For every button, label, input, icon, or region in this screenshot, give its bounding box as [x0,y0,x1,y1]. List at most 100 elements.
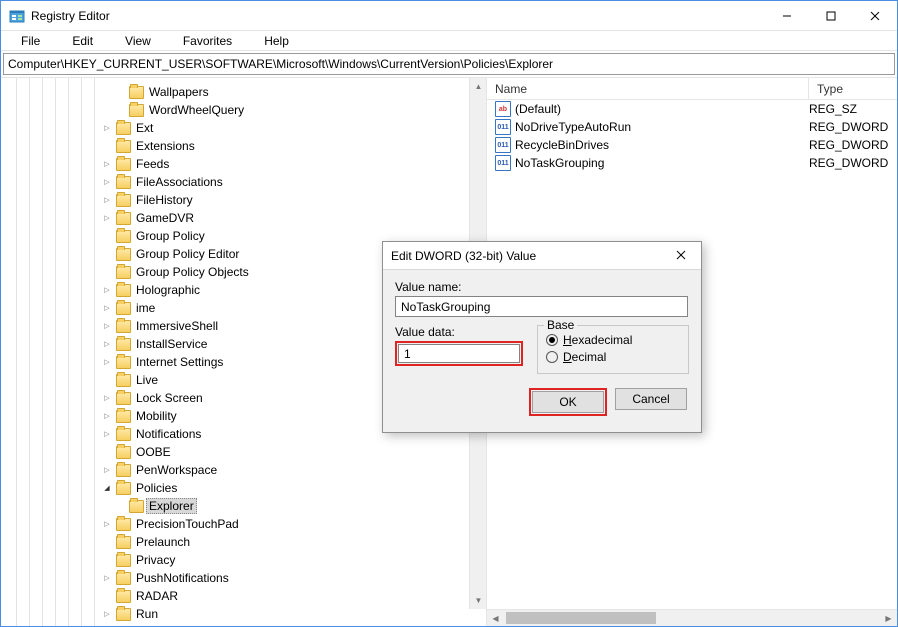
scroll-down-icon[interactable]: ▼ [470,592,487,609]
tree-item-label: RADAR [133,589,181,603]
folder-icon [116,518,131,531]
maximize-button[interactable] [809,1,853,31]
cancel-button[interactable]: Cancel [615,388,687,410]
menu-favorites[interactable]: Favorites [167,32,248,50]
minimize-button[interactable] [765,1,809,31]
menu-help[interactable]: Help [248,32,305,50]
tree-item-label: Live [133,373,161,387]
expand-icon[interactable] [101,322,113,330]
folder-icon [116,608,131,621]
tree-item[interactable]: WordWheelQuery [1,101,486,119]
tree-item[interactable]: OOBE [1,443,486,461]
list-row[interactable]: ab(Default)REG_SZ [487,100,897,118]
value-name-field: NoTaskGrouping [395,296,688,317]
expand-icon[interactable] [101,178,113,186]
radio-decimal[interactable]: Decimal [546,350,680,364]
tree-item-label: Privacy [133,553,178,567]
tree-item[interactable]: Policies [1,479,486,497]
tree-item[interactable]: Ext [1,119,486,137]
folder-icon [129,500,144,513]
radio-hexadecimal[interactable]: Hexadecimal [546,333,680,347]
reg-dword-icon: 011 [495,119,511,135]
expand-icon[interactable] [101,484,113,492]
expand-icon[interactable] [101,286,113,294]
tree-item[interactable]: Privacy [1,551,486,569]
tree-item[interactable]: PrecisionTouchPad [1,515,486,533]
tree-item[interactable]: Extensions [1,137,486,155]
value-name-label: Value name: [395,280,689,294]
menu-file[interactable]: File [5,32,56,50]
window-title: Registry Editor [31,9,765,23]
tree-item-label: PushNotifications [133,571,232,585]
list-scrollbar-horizontal[interactable]: ◀ ▶ [487,609,897,626]
tree-item[interactable]: Wallpapers [1,83,486,101]
close-button[interactable] [853,1,897,31]
folder-icon [116,590,131,603]
menu-view[interactable]: View [109,32,167,50]
folder-icon [116,374,131,387]
list-row[interactable]: 011NoDriveTypeAutoRunREG_DWORD [487,118,897,136]
expand-icon[interactable] [101,160,113,168]
tree-item-label: Notifications [133,427,204,441]
list-row[interactable]: 011RecycleBinDrivesREG_DWORD [487,136,897,154]
tree-item[interactable]: GameDVR [1,209,486,227]
value-data-input[interactable] [398,344,520,363]
address-path: Computer\HKEY_CURRENT_USER\SOFTWARE\Micr… [8,57,553,71]
reg-dword-icon: 011 [495,155,511,171]
folder-icon [116,140,131,153]
tree-item[interactable]: FileAssociations [1,173,486,191]
tree-item[interactable]: Prelaunch [1,533,486,551]
tree-item-label: WordWheelQuery [146,103,247,117]
menu-edit[interactable]: Edit [56,32,109,50]
column-header-name[interactable]: Name [487,78,809,99]
regedit-icon [9,8,25,24]
expand-icon[interactable] [101,412,113,420]
tree-item-label: Explorer [146,498,197,514]
folder-icon [116,266,131,279]
scroll-right-icon[interactable]: ▶ [880,610,897,626]
list-row[interactable]: 011NoTaskGroupingREG_DWORD [487,154,897,172]
expand-icon[interactable] [101,358,113,366]
tree-item[interactable]: PenWorkspace [1,461,486,479]
tree-item-label: Holographic [133,283,203,297]
value-name: (Default) [515,102,809,116]
expand-icon[interactable] [101,430,113,438]
dialog-close-button[interactable] [669,248,693,263]
value-type: REG_SZ [809,102,857,116]
expand-icon[interactable] [101,466,113,474]
list-header: Name Type [487,78,897,100]
expand-icon[interactable] [101,340,113,348]
folder-icon [129,86,144,99]
tree-item[interactable]: FileHistory [1,191,486,209]
expand-icon[interactable] [101,214,113,222]
tree-item[interactable]: PushNotifications [1,569,486,587]
ok-button[interactable]: OK [532,391,604,413]
folder-icon [116,482,131,495]
base-legend: Base [544,318,577,332]
dialog-titlebar: Edit DWORD (32-bit) Value [383,242,701,270]
expand-icon[interactable] [101,304,113,312]
expand-icon[interactable] [101,394,113,402]
folder-icon [116,446,131,459]
address-bar[interactable]: Computer\HKEY_CURRENT_USER\SOFTWARE\Micr… [3,53,895,75]
column-header-type[interactable]: Type [809,78,897,99]
folder-icon [116,176,131,189]
folder-icon [116,536,131,549]
tree-item-label: Run [133,607,161,621]
scroll-left-icon[interactable]: ◀ [487,610,504,626]
expand-icon[interactable] [101,124,113,132]
value-type: REG_DWORD [809,120,888,134]
scroll-up-icon[interactable]: ▲ [470,78,487,95]
tree-item[interactable]: Run [1,605,486,623]
tree-item-label: FileHistory [133,193,196,207]
tree-item[interactable]: Feeds [1,155,486,173]
tree-item[interactable]: Explorer [1,497,486,515]
expand-icon[interactable] [101,574,113,582]
expand-icon[interactable] [101,196,113,204]
folder-icon [116,284,131,297]
folder-icon [116,194,131,207]
expand-icon[interactable] [101,520,113,528]
expand-icon[interactable] [101,610,113,618]
tree-item[interactable]: RADAR [1,587,486,605]
value-name: NoTaskGrouping [515,156,809,170]
